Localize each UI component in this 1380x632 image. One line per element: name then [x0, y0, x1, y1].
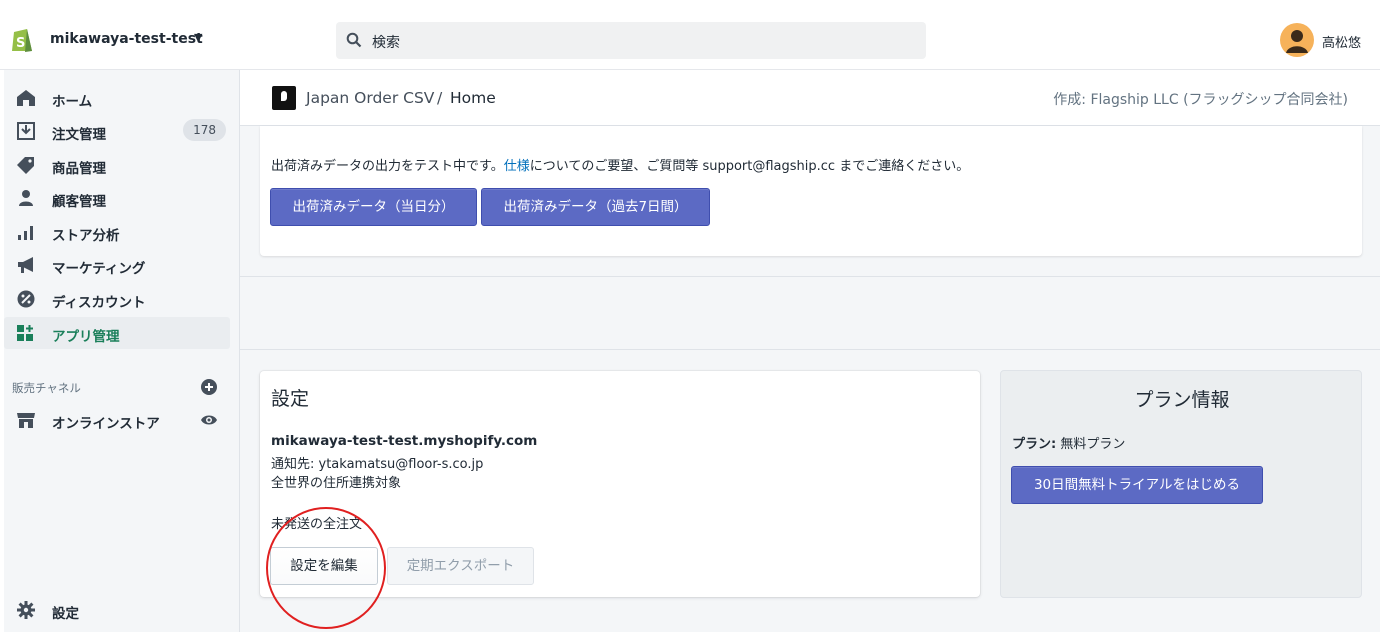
home-icon: [17, 90, 35, 106]
svg-text:S: S: [16, 36, 25, 51]
store-caret-icon[interactable]: ▼: [194, 31, 202, 44]
sidebar-item-settings[interactable]: 設定: [4, 594, 230, 626]
megaphone-icon: [18, 257, 33, 273]
section-divider: [240, 276, 1380, 277]
sidebar-item-marketing[interactable]: マーケティング: [4, 249, 230, 281]
tag-icon: [17, 157, 34, 174]
settings-card: 設定 mikawaya-test-test.myshopify.com 通知先:…: [260, 371, 980, 597]
notice-text-after: についてのご要望、ご質問等 support@flagship.cc までご連絡く…: [529, 159, 970, 174]
plan-info: プラン: 無料プラン: [1012, 433, 1125, 452]
plan-title: プラン情報: [1134, 389, 1230, 411]
sales-channels-heading: 販売チャネル: [12, 381, 81, 395]
sidebar-item-label: 設定: [52, 606, 79, 622]
shipped-data-card: 出荷済みデータの出力をテスト中です。仕様についてのご要望、ご質問等 suppor…: [260, 126, 1362, 256]
sidebar-item-customers[interactable]: 顧客管理: [4, 182, 230, 214]
sidebar-item-label: ディスカウント: [52, 295, 146, 311]
start-trial-button[interactable]: 30日間無料トライアルをはじめる: [1011, 466, 1263, 504]
settings-title: 設定: [271, 388, 310, 410]
sidebar-item-discounts[interactable]: ディスカウント: [4, 283, 230, 315]
top-bar: S mikawaya-test-test ▼ 検索 高松悠: [0, 0, 1380, 70]
discount-icon: [17, 290, 35, 308]
orders-count-badge: 178: [183, 119, 226, 141]
developer-credit[interactable]: 作成: Flagship LLC (フラッグシップ合同会社): [1053, 89, 1348, 109]
main-content: Japan Order CSV / Home 作成: Flagship LLC …: [240, 70, 1380, 632]
sidebar-item-home[interactable]: ホーム: [4, 82, 230, 114]
sidebar-item-apps[interactable]: アプリ管理: [4, 317, 230, 349]
shop-domain: mikawaya-test-test.myshopify.com: [271, 433, 538, 449]
apps-icon: [17, 325, 33, 341]
avatar[interactable]: [1280, 23, 1314, 57]
sidebar-item-label: 顧客管理: [52, 194, 106, 210]
notice-text-before: 出荷済みデータの出力をテスト中です。: [271, 159, 504, 174]
breadcrumb-current: Home: [450, 89, 496, 107]
sidebar-item-label: ホーム: [52, 94, 93, 110]
sidebar-item-label: オンラインストア: [52, 416, 160, 432]
store-name[interactable]: mikawaya-test-test: [50, 31, 203, 47]
sidebar: ホーム 注文管理 178 商品管理 顧客管理 ストア分析 マーケティング ディス…: [4, 70, 240, 632]
shopify-logo-icon[interactable]: S: [10, 26, 34, 53]
sidebar-item-label: ストア分析: [52, 228, 120, 244]
plan-label: プラン:: [1012, 437, 1057, 452]
sidebar-item-analytics[interactable]: ストア分析: [4, 216, 230, 248]
person-icon: [19, 190, 33, 206]
section-divider: [240, 349, 1380, 350]
search-icon: [346, 32, 362, 48]
eye-icon[interactable]: [200, 413, 218, 427]
sidebar-item-label: 商品管理: [52, 161, 106, 177]
spec-link[interactable]: 仕様: [504, 159, 530, 174]
sidebar-item-label: マーケティング: [52, 261, 146, 277]
sidebar-item-label: アプリ管理: [52, 329, 120, 345]
plan-value: 無料プラン: [1060, 437, 1126, 452]
sidebar-item-orders[interactable]: 注文管理 178: [4, 115, 230, 147]
shipped-notice: 出荷済みデータの出力をテスト中です。仕様についてのご要望、ご質問等 suppor…: [271, 155, 969, 174]
sidebar-item-products[interactable]: 商品管理: [4, 149, 230, 181]
orders-icon: [17, 122, 35, 140]
sidebar-item-label: 注文管理: [52, 127, 106, 143]
address-scope: 全世界の住所連携対象: [271, 476, 402, 491]
app-header: Japan Order CSV / Home 作成: Flagship LLC …: [240, 70, 1380, 126]
notify-email: 通知先: ytakamatsu@floor-s.co.jp: [271, 457, 484, 472]
scheduled-export-button[interactable]: 定期エクスポート: [387, 547, 534, 585]
add-channel-icon[interactable]: [200, 378, 218, 396]
user-name[interactable]: 高松悠: [1322, 32, 1361, 51]
breadcrumb-app[interactable]: Japan Order CSV: [306, 89, 434, 107]
gear-icon: [17, 601, 35, 619]
export-today-button[interactable]: 出荷済みデータ（当日分）: [270, 188, 477, 226]
analytics-icon: [18, 226, 33, 240]
user-icon: [1286, 30, 1308, 53]
order-scope: 未発送の全注文: [271, 517, 363, 532]
export-7days-button[interactable]: 出荷済みデータ（過去7日間）: [481, 188, 710, 226]
search-bar[interactable]: 検索: [336, 22, 926, 59]
edit-settings-button[interactable]: 設定を編集: [270, 547, 378, 585]
plan-card: プラン情報 プラン: 無料プラン 30日間無料トライアルをはじめる: [1000, 370, 1362, 598]
store-icon: [17, 413, 35, 428]
search-placeholder[interactable]: 検索: [372, 32, 400, 52]
breadcrumb-separator: /: [437, 89, 443, 107]
app-logo-icon: [272, 86, 296, 110]
sidebar-item-online-store[interactable]: オンラインストア: [4, 404, 230, 436]
